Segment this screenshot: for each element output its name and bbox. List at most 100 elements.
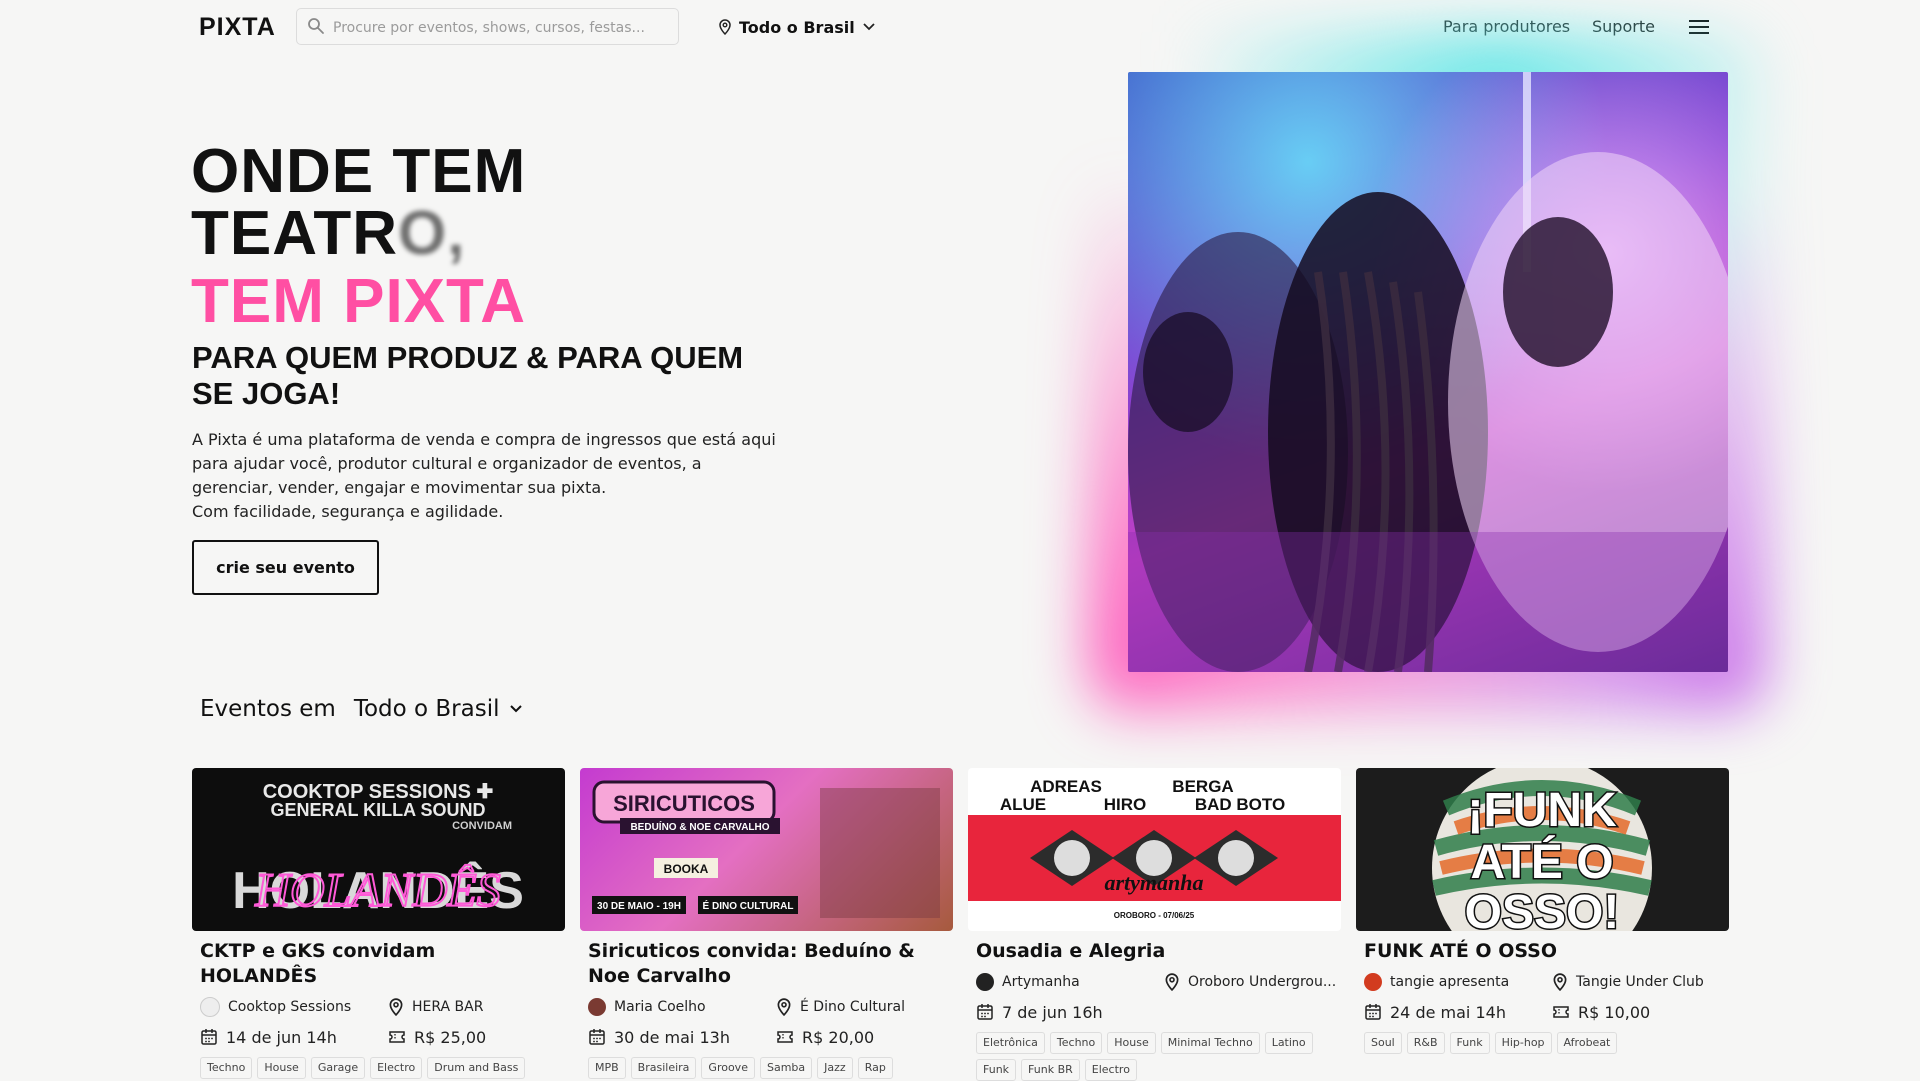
genre-tag[interactable]: Soul: [1364, 1032, 1402, 1054]
event-producer[interactable]: Cooktop Sessions: [200, 995, 388, 1019]
event-title[interactable]: Siricuticos convida: Beduíno & Noe Carva…: [588, 939, 945, 989]
genre-tag[interactable]: Eletrônica: [976, 1032, 1045, 1054]
genre-tag[interactable]: Electro: [370, 1057, 423, 1079]
map-pin-icon: [389, 998, 403, 1016]
hero-description: A Pixta é uma plataforma de venda e comp…: [192, 428, 782, 524]
genre-tag[interactable]: Techno: [1049, 1032, 1103, 1054]
date-text: 7 de jun 16h: [1002, 1002, 1103, 1022]
location-selector[interactable]: Todo o Brasil: [718, 15, 876, 39]
event-card[interactable]: SIRICUTICOS BEDUÍNO & NOE CARVALHO BOOKA…: [580, 768, 953, 1079]
producer-name: Artymanha: [1002, 974, 1080, 990]
poster-line: ALUE: [1000, 795, 1046, 814]
genre-tag[interactable]: Funk: [976, 1059, 1017, 1081]
poster-headline: OSSO!: [1465, 886, 1620, 931]
genre-tag[interactable]: Rap: [857, 1057, 893, 1079]
event-producer[interactable]: Maria Coelho: [588, 995, 776, 1019]
genre-tag[interactable]: Garage: [310, 1057, 366, 1079]
hero-title-blur: O,: [398, 199, 466, 268]
genre-tag[interactable]: MPB: [588, 1057, 626, 1079]
poster-line: CONVIDAM: [452, 820, 512, 832]
producer-avatar: [1364, 973, 1382, 991]
event-poster[interactable]: COOKTOP SESSIONS ✚ GENERAL KILLA SOUND C…: [192, 768, 565, 931]
event-tags: Techno House Garage Electro Drum and Bas…: [200, 1057, 560, 1079]
pixta-logo[interactable]: PIXTA: [199, 13, 276, 42]
event-poster[interactable]: ADREAS BERGA ALUE HIRO BAD BOTO artymanh…: [968, 768, 1341, 931]
genre-tag[interactable]: House: [257, 1057, 306, 1079]
event-producer[interactable]: tangie apresenta: [1364, 970, 1552, 994]
hero-title-line2: TEATR: [191, 199, 399, 268]
events-heading-label: Eventos em: [200, 696, 336, 722]
genre-tag[interactable]: Afrobeat: [1556, 1032, 1618, 1054]
producer-name: Cooktop Sessions: [228, 999, 352, 1015]
venue-name: HERA BAR: [412, 999, 484, 1015]
price-text: R$ 25,00: [414, 1027, 487, 1047]
event-venue: HERA BAR: [388, 995, 483, 1019]
ticket-icon: [389, 1031, 405, 1043]
genre-tag[interactable]: Samba: [759, 1057, 813, 1079]
location-label: Todo o Brasil: [739, 17, 855, 37]
search-box[interactable]: [296, 8, 679, 46]
genre-tag[interactable]: Electro: [1084, 1059, 1137, 1081]
genre-tag[interactable]: Jazz: [817, 1057, 853, 1079]
genre-tag[interactable]: Minimal Techno: [1160, 1032, 1260, 1054]
map-pin-icon: [777, 998, 791, 1016]
search-input[interactable]: [331, 9, 675, 46]
poster-line: É DINO CULTURAL: [703, 899, 794, 912]
poster-line: BAD BOTO: [1195, 795, 1285, 814]
event-date: 14 de jun 14h: [200, 1025, 388, 1049]
poster-line: 30 DE MAIO - 19H: [597, 901, 681, 912]
event-poster[interactable]: ¡FUNK ATÉ O OSSO!: [1356, 768, 1729, 931]
venue-name: É Dino Cultural: [800, 999, 905, 1015]
event-card[interactable]: ADREAS BERGA ALUE HIRO BAD BOTO artymanh…: [968, 768, 1341, 1081]
event-venue: Oroboro Undergrou...: [1164, 970, 1336, 994]
poster-line: OROBORO - 07/06/25: [1114, 911, 1195, 920]
events-heading: Eventos em Todo o Brasil: [200, 696, 523, 722]
calendar-icon: [201, 1029, 217, 1045]
calendar-icon: [977, 1004, 993, 1020]
hero-desc-paragraph: A Pixta é uma plataforma de venda e comp…: [192, 430, 776, 497]
genre-tag[interactable]: Hip-hop: [1494, 1032, 1552, 1054]
hero-title: ONDE TEM TEATRO,: [191, 141, 526, 265]
genre-tag[interactable]: R&B: [1406, 1032, 1445, 1054]
event-card[interactable]: COOKTOP SESSIONS ✚ GENERAL KILLA SOUND C…: [192, 768, 565, 1079]
poster-line: BEDUÍNO & NOE CARVALHO: [630, 820, 769, 833]
poster-line: HIRO: [1104, 795, 1147, 814]
map-pin-icon: [1553, 973, 1567, 991]
producer-avatar: [200, 997, 220, 1017]
genre-tag[interactable]: Brasileira: [630, 1057, 697, 1079]
hero-video: [1088, 32, 1768, 712]
genre-tag[interactable]: Latino: [1264, 1032, 1313, 1054]
genre-tag[interactable]: House: [1107, 1032, 1156, 1054]
events-location-selector[interactable]: Todo o Brasil: [354, 696, 524, 722]
producer-name: Maria Coelho: [614, 999, 706, 1015]
hero-title-pink: TEM PIXTA: [191, 267, 527, 336]
create-event-button[interactable]: crie seu evento: [192, 540, 379, 595]
hero-title-line1: ONDE TEM: [191, 137, 527, 206]
event-tags: MPB Brasileira Groove Samba Jazz Rap: [588, 1057, 948, 1079]
map-pin-icon: [1165, 973, 1179, 991]
poster-line: BERGA: [1172, 777, 1233, 796]
producer-avatar: [976, 973, 994, 991]
genre-tag[interactable]: Funk: [1449, 1032, 1490, 1054]
genre-tag[interactable]: Drum and Bass: [427, 1057, 526, 1079]
event-card[interactable]: ¡FUNK ATÉ O OSSO! FUNK ATÉ O OSSO tangie…: [1356, 768, 1729, 1054]
event-title[interactable]: FUNK ATÉ O OSSO: [1364, 939, 1721, 964]
producer-name: tangie apresenta: [1390, 974, 1510, 990]
event-price: R$ 25,00: [388, 1025, 486, 1049]
poster-headline: ATÉ O: [1470, 835, 1613, 889]
event-tags: Eletrônica Techno House Minimal Techno L…: [976, 1032, 1336, 1081]
hero-photo: [1128, 72, 1728, 672]
event-date: 24 de mai 14h: [1364, 1000, 1552, 1024]
ticket-icon: [1553, 1006, 1569, 1018]
poster-line: ADREAS: [1030, 777, 1102, 796]
genre-tag[interactable]: Groove: [701, 1057, 755, 1079]
event-title[interactable]: Ousadia e Alegria: [976, 939, 1333, 964]
chevron-down-icon: [510, 705, 523, 713]
events-location-label: Todo o Brasil: [353, 696, 500, 722]
genre-tag[interactable]: Techno: [200, 1057, 253, 1079]
producer-avatar: [588, 998, 606, 1016]
genre-tag[interactable]: Funk BR: [1021, 1059, 1080, 1081]
event-producer[interactable]: Artymanha: [976, 970, 1164, 994]
event-title[interactable]: CKTP e GKS convidam HOLANDÊS: [200, 939, 557, 989]
event-poster[interactable]: SIRICUTICOS BEDUÍNO & NOE CARVALHO BOOKA…: [580, 768, 953, 931]
